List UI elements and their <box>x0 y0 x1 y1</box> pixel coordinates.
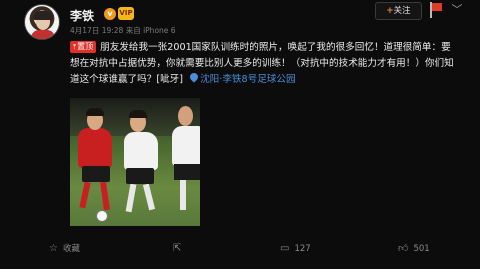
flag-cloth <box>432 3 442 11</box>
player-leg <box>125 183 137 213</box>
chevron-down-icon[interactable]: ﹀ <box>447 2 467 18</box>
follow-label: 关注 <box>393 6 411 16</box>
action-bar: ☆ 收藏 ⇱ ▭ 127 👍︎ 501 <box>0 236 480 261</box>
location-pin-icon <box>190 73 198 83</box>
player-jersey <box>78 128 112 168</box>
vip-badge-icon: VIP <box>118 7 134 20</box>
post-photo[interactable] <box>70 98 200 226</box>
location-link[interactable]: 沈阳·李铁8号足球公园 <box>186 74 296 85</box>
player-leg <box>142 183 156 211</box>
favorite-button[interactable]: ☆ 收藏 <box>49 236 80 261</box>
player-leg <box>180 180 186 210</box>
player-leg <box>79 181 91 209</box>
comment-button[interactable]: ▭ 127 <box>280 236 311 261</box>
thumbs-up-icon: 👍︎ <box>398 243 409 254</box>
username[interactable]: 李铁 <box>70 7 94 24</box>
favorite-label: 收藏 <box>62 244 80 254</box>
player-head <box>178 106 193 126</box>
player-shorts <box>126 168 154 184</box>
post-content: ⤒置顶 朋友发给我一张2001国家队训练时的照片，唤起了我的很多回忆！道理很简单：… <box>70 40 460 88</box>
comment-icon: ▭ <box>280 243 290 254</box>
player-jersey <box>124 132 158 170</box>
avatar[interactable] <box>24 4 60 40</box>
player-hair <box>129 110 147 118</box>
verified-badge-icon: v <box>104 8 116 20</box>
pinned-label: 置顶 <box>77 42 94 51</box>
avatar-body-shape <box>31 30 55 39</box>
player-jersey <box>172 126 200 166</box>
football <box>96 210 108 222</box>
star-icon: ☆ <box>49 243 58 254</box>
location-label: 沈阳·李铁8号足球公园 <box>200 74 296 85</box>
pinned-badge: ⤒置顶 <box>70 41 97 53</box>
player-shorts <box>174 164 200 180</box>
follow-button[interactable]: +关注 <box>375 2 422 20</box>
pin-icon: ⤒ <box>73 43 77 51</box>
share-icon: ⇱ <box>173 243 182 254</box>
flag-icon <box>428 2 442 18</box>
post-meta: 4月17日 19:28 来自 iPhone 6 <box>70 26 176 35</box>
plus-icon: + <box>386 6 394 16</box>
post-header: 李铁 v VIP 4月17日 19:28 来自 iPhone 6 +关注 ﹀ <box>0 0 480 40</box>
weibo-post: 李铁 v VIP 4月17日 19:28 来自 iPhone 6 +关注 ﹀ ⤒… <box>0 0 480 269</box>
avatar-hair-shape <box>33 11 53 20</box>
share-button[interactable]: ⇱ <box>173 236 186 261</box>
player-leg <box>100 181 110 211</box>
player-shorts <box>82 166 110 182</box>
comment-count: 127 <box>294 244 311 254</box>
like-button[interactable]: 👍︎ 501 <box>398 236 430 261</box>
player-hair <box>86 108 104 116</box>
like-count: 501 <box>413 244 430 254</box>
